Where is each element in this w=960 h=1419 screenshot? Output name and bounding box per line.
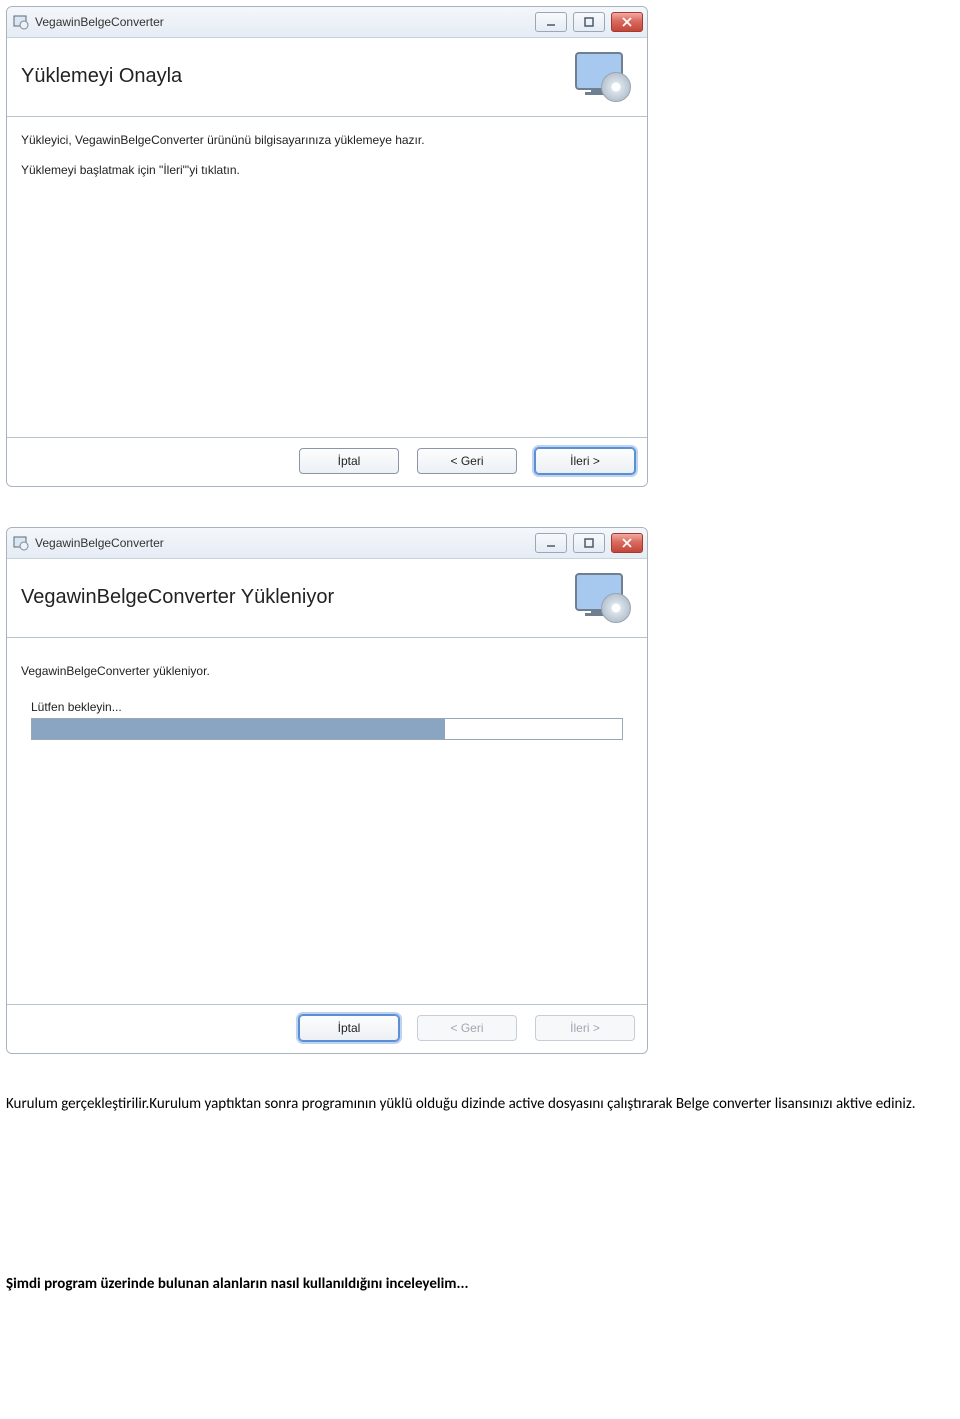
maximize-button[interactable] [573,12,605,32]
installer-window-confirm: VegawinBelgeConverter Yüklemeyi Onayla Y… [6,6,648,487]
page-title: VegawinBelgeConverter Yükleniyor [17,586,573,609]
button-bar: İptal < Geri İleri > [7,1004,647,1053]
installer-icon [13,535,29,551]
page-title: Yüklemeyi Onayla [17,65,573,88]
window-title: VegawinBelgeConverter [35,536,535,550]
installer-graphic-icon [573,52,629,100]
progress-fill [32,719,445,739]
doc-paragraph-1: Kurulum gerçekleştirilir.Kurulum yaptıkt… [6,1094,954,1114]
next-button: İleri > [535,1015,635,1041]
window-buttons [535,12,643,32]
progress-label: Lütfen bekleyin... [31,700,623,714]
button-bar: İptal < Geri İleri > [7,437,647,486]
close-button[interactable] [611,12,643,32]
ready-text: Yükleyici, VegawinBelgeConverter ürününü… [21,133,633,147]
instruction-text: Yüklemeyi başlatmak için "İleri"'yi tıkl… [21,163,633,177]
close-button[interactable] [611,533,643,553]
progress-bar [31,718,623,740]
minimize-button[interactable] [535,12,567,32]
titlebar: VegawinBelgeConverter [7,528,647,559]
minimize-button[interactable] [535,533,567,553]
cancel-button[interactable]: İptal [299,1015,399,1041]
next-button[interactable]: İleri > [535,448,635,474]
cancel-button[interactable]: İptal [299,448,399,474]
installer-graphic-icon [573,573,629,621]
header-area: Yüklemeyi Onayla [7,38,647,117]
installer-icon [13,14,29,30]
header-area: VegawinBelgeConverter Yükleniyor [7,559,647,638]
content-area: VegawinBelgeConverter yükleniyor. Lütfen… [7,638,647,1004]
installer-window-progress: VegawinBelgeConverter VegawinBelgeConver… [6,527,648,1054]
back-button[interactable]: < Geri [417,448,517,474]
window-title: VegawinBelgeConverter [35,15,535,29]
window-buttons [535,533,643,553]
installing-text: VegawinBelgeConverter yükleniyor. [21,664,633,678]
content-area: Yükleyici, VegawinBelgeConverter ürününü… [7,117,647,437]
back-button: < Geri [417,1015,517,1041]
doc-paragraph-2: Şimdi program üzerinde bulunan alanların… [6,1274,954,1294]
maximize-button[interactable] [573,533,605,553]
titlebar: VegawinBelgeConverter [7,7,647,38]
